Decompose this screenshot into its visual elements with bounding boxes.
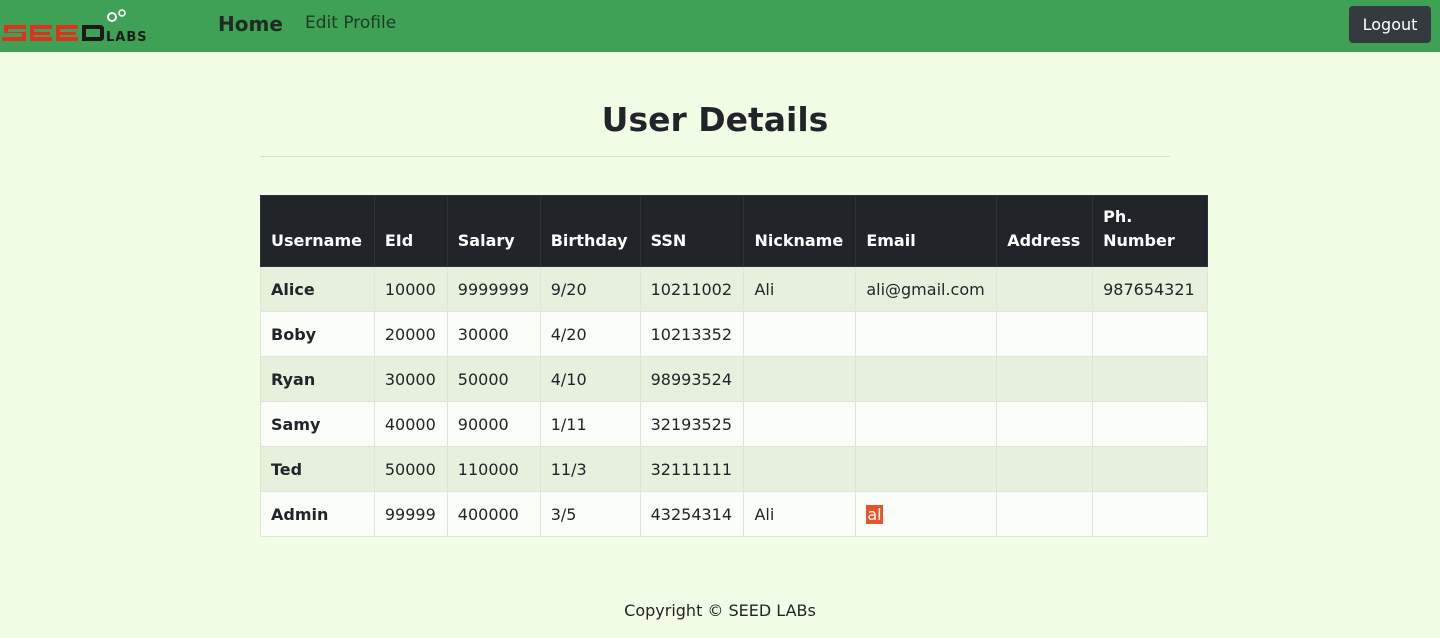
cell-salary: 30000 (446, 311, 541, 357)
footer-copyright: Copyright © SEED LABs (624, 601, 816, 620)
cell-phone (1092, 311, 1208, 357)
header-username: Username (260, 195, 375, 267)
cell-salary: 50000 (446, 356, 541, 402)
cell-address (996, 491, 1094, 537)
cell-address (996, 311, 1094, 357)
cell-ssn: 98993524 (639, 356, 745, 402)
cell-email (855, 311, 998, 357)
cell-ssn: 10211002 (639, 266, 745, 312)
cell-salary: 400000 (446, 491, 541, 537)
cell-username: Ryan (260, 356, 375, 402)
cell-eid: 40000 (373, 401, 448, 447)
cell-nickname: Ali (743, 266, 857, 312)
cell-salary: 110000 (446, 446, 541, 492)
cell-phone: 987654321 (1092, 266, 1208, 312)
cell-phone (1092, 446, 1208, 492)
header-salary: Salary (446, 195, 541, 267)
cell-birthday: 11/3 (539, 446, 641, 492)
header-phone: Ph. Number (1092, 195, 1208, 267)
nav-edit-profile-link[interactable]: Edit Profile (305, 13, 396, 33)
svg-text:LABS: LABS (106, 30, 148, 43)
cell-address (996, 401, 1094, 447)
header-address: Address (996, 195, 1094, 267)
table-row: Boby 20000 30000 4/20 10213352 (260, 311, 1208, 357)
cell-phone (1092, 356, 1208, 402)
cell-address (996, 356, 1094, 402)
cell-birthday: 1/11 (539, 401, 641, 447)
cell-phone (1092, 401, 1208, 447)
cell-email (855, 356, 998, 402)
highlighted-email-text: al (866, 504, 883, 524)
cell-birthday: 4/20 (539, 311, 641, 357)
cell-ssn: 32193525 (639, 401, 745, 447)
cell-eid: 50000 (373, 446, 448, 492)
cell-email: al (855, 491, 998, 537)
logout-button[interactable]: Logout (1349, 6, 1431, 43)
cell-address (996, 266, 1094, 312)
cell-eid: 10000 (373, 266, 448, 312)
header-email: Email (855, 195, 998, 267)
title-divider (260, 156, 1170, 157)
cell-address (996, 446, 1094, 492)
header-eid: EId (373, 195, 448, 267)
cell-nickname: Ali (743, 491, 857, 537)
cell-username: Boby (260, 311, 375, 357)
cell-ssn: 10213352 (639, 311, 745, 357)
cell-nickname (743, 446, 857, 492)
cell-salary: 90000 (446, 401, 541, 447)
cell-username: Admin (260, 491, 375, 537)
cell-birthday: 4/10 (539, 356, 641, 402)
cell-birthday: 3/5 (539, 491, 641, 537)
cell-username: Alice (260, 266, 375, 312)
nav-home-link[interactable]: Home (218, 12, 283, 36)
cell-username: Ted (260, 446, 375, 492)
header-ssn: SSN (639, 195, 745, 267)
header-birthday: Birthday (539, 195, 641, 267)
seed-labs-logo[interactable]: LABS (2, 9, 164, 43)
cell-birthday: 9/20 (539, 266, 641, 312)
cell-phone (1092, 491, 1208, 537)
user-details-table: Username EId Salary Birthday SSN Nicknam… (260, 195, 1208, 537)
header-nickname: Nickname (743, 195, 857, 267)
cell-eid: 30000 (373, 356, 448, 402)
page-title: User Details (601, 100, 829, 139)
table-row: Ryan 30000 50000 4/10 98993524 (260, 356, 1208, 402)
cell-ssn: 43254314 (639, 491, 745, 537)
cell-salary: 9999999 (446, 266, 541, 312)
cell-nickname (743, 401, 857, 447)
table-row: Ted 50000 110000 11/3 32111111 (260, 446, 1208, 492)
cell-nickname (743, 356, 857, 402)
cell-nickname (743, 311, 857, 357)
table-header-row: Username EId Salary Birthday SSN Nicknam… (260, 195, 1208, 267)
cell-email: ali@gmail.com (855, 266, 998, 312)
navbar: LABS Home Edit Profile Logout (0, 0, 1440, 52)
cell-eid: 99999 (373, 491, 448, 537)
cell-ssn: 32111111 (639, 446, 745, 492)
cell-email (855, 401, 998, 447)
table-row: Admin 99999 400000 3/5 43254314 Ali al (260, 491, 1208, 537)
cell-username: Samy (260, 401, 375, 447)
table-row: Alice 10000 9999999 9/20 10211002 Ali al… (260, 266, 1208, 312)
table-row: Samy 40000 90000 1/11 32193525 (260, 401, 1208, 447)
cell-email (855, 446, 998, 492)
cell-eid: 20000 (373, 311, 448, 357)
